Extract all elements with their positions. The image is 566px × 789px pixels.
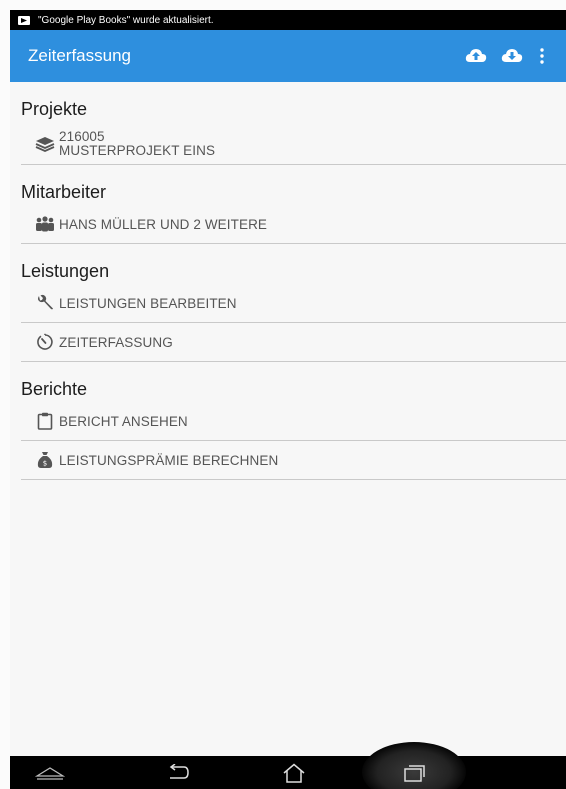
home-icon[interactable]: [272, 756, 316, 789]
project-name: MUSTERPROJEKT EINS: [59, 143, 216, 158]
project-number: 216005: [59, 129, 105, 144]
app-title: Zeiterfassung: [28, 46, 131, 65]
project-item[interactable]: 216005 MUSTERPROJEKT EINS: [21, 122, 566, 165]
timer-icon: [35, 332, 55, 352]
calculate-bonus-label: LEISTUNGSPRÄMIE BERECHNEN: [59, 452, 279, 468]
edit-services-item[interactable]: LEISTUNGEN BEARBEITEN: [21, 284, 566, 323]
section-title-berichte: Berichte: [21, 379, 88, 399]
time-tracking-item[interactable]: ZEITERFASSUNG: [21, 323, 566, 362]
system-nav-bar: [10, 742, 566, 789]
calculate-bonus-item[interactable]: $ LEISTUNGSPRÄMIE BERECHNEN: [21, 441, 566, 480]
section-title-mitarbeiter: Mitarbeiter: [21, 182, 107, 202]
svg-text:$: $: [43, 460, 48, 468]
play-books-icon: [16, 13, 32, 27]
cloud-download-icon[interactable]: [494, 38, 530, 74]
cloud-upload-icon[interactable]: [458, 38, 494, 74]
recent-apps-icon[interactable]: [392, 756, 436, 789]
main-content: Projekte 216005 MUSTERPROJEKT EINS Mitar…: [10, 82, 566, 480]
edit-services-label: LEISTUNGEN BEARBEITEN: [59, 295, 237, 311]
people-group-icon: [35, 214, 55, 234]
wrench-icon: [35, 293, 55, 313]
view-report-item[interactable]: BERICHT ANSEHEN: [21, 402, 566, 441]
app-bar: Zeiterfassung: [10, 30, 566, 82]
status-bar: "Google Play Books" wurde aktualisiert.: [10, 10, 566, 30]
back-icon[interactable]: [156, 756, 200, 789]
section-title-leistungen: Leistungen: [21, 261, 110, 281]
notification-text: "Google Play Books" wurde aktualisiert.: [38, 14, 214, 26]
app-screen: "Google Play Books" wurde aktualisiert. …: [10, 10, 566, 789]
employees-item[interactable]: HANS MÜLLER UND 2 WEITERE: [21, 205, 566, 244]
hide-keyboard-icon[interactable]: [28, 756, 72, 789]
overflow-menu-icon[interactable]: [530, 38, 554, 74]
clipboard-icon: [35, 411, 55, 431]
time-tracking-label: ZEITERFASSUNG: [59, 334, 173, 350]
money-bag-icon: $: [35, 450, 55, 470]
employees-label: HANS MÜLLER UND 2 WEITERE: [59, 216, 268, 232]
section-title-projekte: Projekte: [21, 99, 88, 119]
layers-icon: [35, 134, 55, 154]
view-report-label: BERICHT ANSEHEN: [59, 413, 188, 429]
